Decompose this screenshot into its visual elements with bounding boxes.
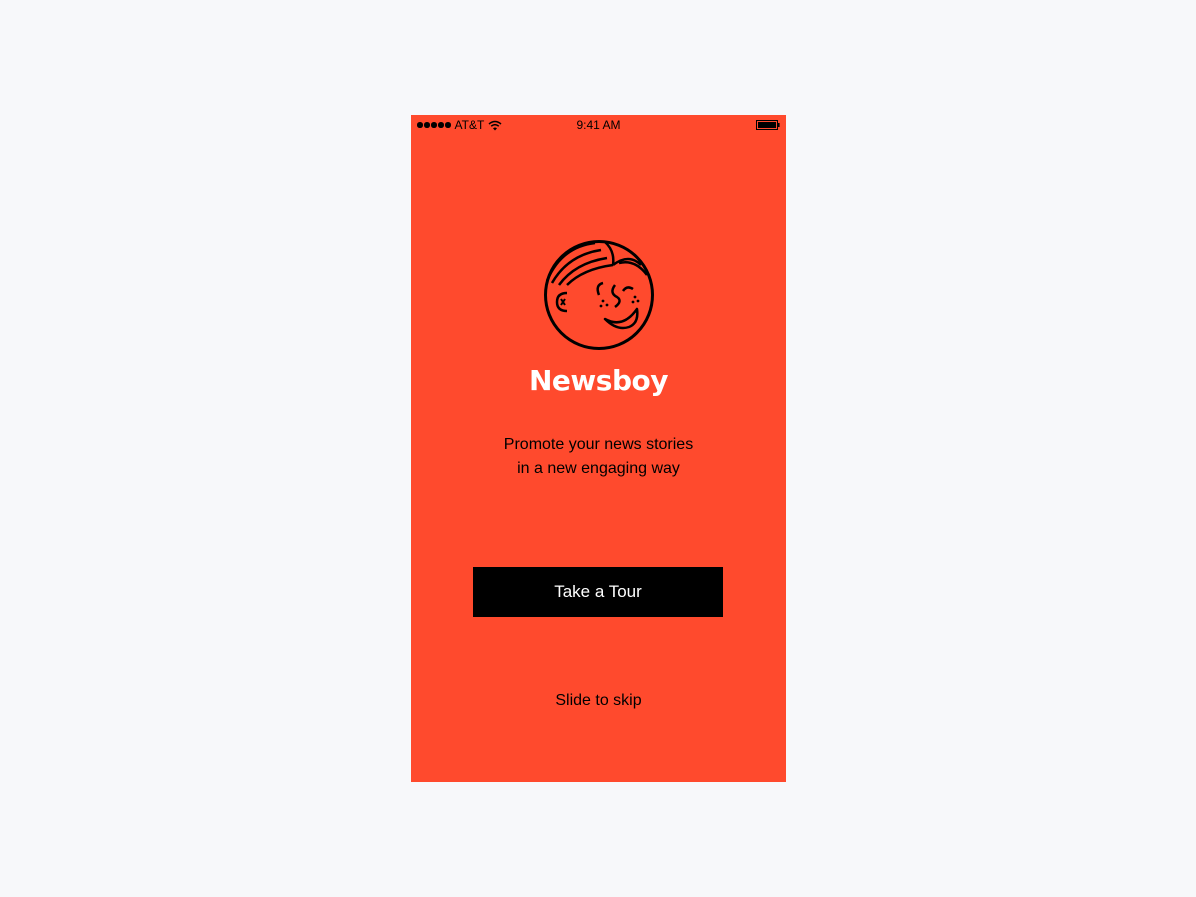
status-bar: AT&T 9:41 AM: [411, 115, 786, 135]
tagline-line-1: Promote your news stories: [503, 436, 694, 453]
newsboy-face-icon: [543, 239, 655, 351]
status-time: 9:41 AM: [576, 118, 621, 132]
app-title: Newsboy: [529, 364, 669, 397]
battery-icon: [756, 120, 780, 130]
phone-screen: AT&T 9:41 AM Newsboy Promote your news s…: [411, 115, 786, 782]
take-a-tour-button[interactable]: Take a Tour: [473, 567, 723, 617]
tagline: Promote your news stories in a new engag…: [411, 433, 786, 481]
tagline-line-2: in a new engaging way: [517, 460, 680, 477]
slide-to-skip-control[interactable]: Slide to skip: [411, 690, 786, 712]
